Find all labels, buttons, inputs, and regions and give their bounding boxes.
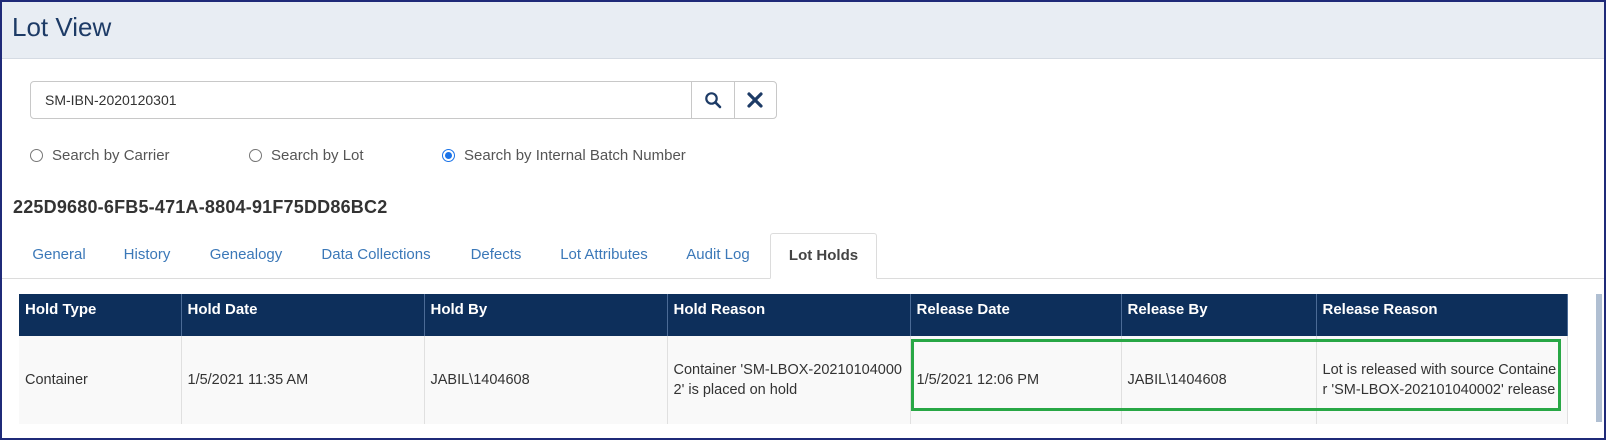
table-header-row: Hold Type Hold Date Hold By Hold Reason … <box>19 294 1568 336</box>
radio-search-by-lot[interactable]: Search by Lot <box>249 147 364 164</box>
column-header-hold-by[interactable]: Hold By <box>424 294 668 336</box>
column-header-hold-reason[interactable]: Hold Reason <box>667 294 911 336</box>
cell-hold-by: JABIL\1404608 <box>424 336 668 424</box>
radio-search-by-internal-batch-number[interactable]: Search by Internal Batch Number <box>442 147 686 164</box>
cell-hold-type: Container <box>19 336 182 424</box>
cell-hold-date: 1/5/2021 11:35 AM <box>181 336 425 424</box>
search-icon <box>705 92 722 109</box>
page-header: Lot View <box>2 2 1604 59</box>
lot-view-window: Lot View Search by Carrier Search by Lot <box>0 0 1606 440</box>
tab-bar: General History Genealogy Data Collectio… <box>2 233 1604 279</box>
lot-id: 225D9680-6FB5-471A-8804-91F75DD86BC2 <box>13 197 388 217</box>
search-bar <box>30 81 777 119</box>
column-header-hold-type[interactable]: Hold Type <box>19 294 182 336</box>
cell-release-reason: Lot is released with source Container 'S… <box>1316 336 1568 424</box>
search-button[interactable] <box>691 82 734 118</box>
close-icon <box>747 92 764 108</box>
radio-label: Search by Internal Batch Number <box>464 147 686 164</box>
column-header-release-by[interactable]: Release By <box>1121 294 1317 336</box>
radio-label: Search by Carrier <box>52 147 170 164</box>
cell-hold-reason: Container 'SM-LBOX-202101040002' is plac… <box>667 336 911 424</box>
clear-search-button[interactable] <box>733 82 776 118</box>
tab-lot-attributes[interactable]: Lot Attributes <box>547 233 661 279</box>
tab-general[interactable]: General <box>19 233 99 279</box>
tab-history[interactable]: History <box>112 233 182 279</box>
tab-lot-holds[interactable]: Lot Holds <box>770 233 877 279</box>
cell-release-date: 1/5/2021 12:06 PM <box>910 336 1122 424</box>
lot-holds-table: Hold Type Hold Date Hold By Hold Reason … <box>19 294 1568 424</box>
page-title: Lot View <box>12 12 112 42</box>
radio-button[interactable] <box>30 149 43 162</box>
vertical-scrollbar[interactable] <box>1596 294 1602 422</box>
radio-button[interactable] <box>249 149 262 162</box>
tab-data-collections[interactable]: Data Collections <box>308 233 444 279</box>
search-input[interactable] <box>31 82 691 118</box>
table-row[interactable]: Container 1/5/2021 11:35 AM JABIL\140460… <box>19 336 1568 424</box>
column-header-release-reason[interactable]: Release Reason <box>1316 294 1568 336</box>
radio-label: Search by Lot <box>271 147 364 164</box>
cell-release-by: JABIL\1404608 <box>1121 336 1317 424</box>
radio-button-selected[interactable] <box>442 149 455 162</box>
tab-defects[interactable]: Defects <box>458 233 534 279</box>
column-header-hold-date[interactable]: Hold Date <box>181 294 425 336</box>
radio-search-by-carrier[interactable]: Search by Carrier <box>30 147 170 164</box>
tab-genealogy[interactable]: Genealogy <box>197 233 295 279</box>
tab-audit-log[interactable]: Audit Log <box>674 233 762 279</box>
column-header-release-date[interactable]: Release Date <box>910 294 1122 336</box>
